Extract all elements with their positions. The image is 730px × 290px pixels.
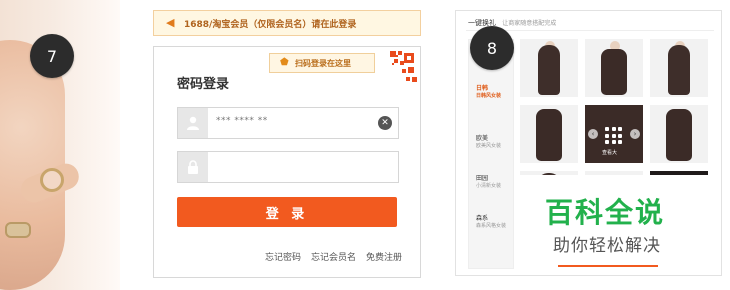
notice-text: 1688/淘宝会员（仅限会员名）请在此登录 <box>184 19 357 30</box>
sidebar-item-label: 田园 <box>476 175 489 182</box>
product-photo[interactable] <box>520 39 578 97</box>
login-panel: ⬟ 扫码登录在这里 密码登录 *** **** ** ✕ 登 录 忘记密码 忘记… <box>153 46 421 278</box>
lock-icon <box>178 152 208 182</box>
forgot-username-link[interactable]: 忘记会员名 <box>311 250 356 263</box>
ring-image <box>40 168 64 192</box>
shield-icon: ⬟ <box>280 57 289 68</box>
qr-hint-text: 扫码登录在这里 <box>295 58 351 68</box>
sidebar-item-label: 森系 <box>476 215 489 222</box>
product-photo[interactable] <box>650 105 708 163</box>
sidebar-item-rihan[interactable]: 日韩 日韩风女装 <box>476 85 510 100</box>
sidebar-item-senxi[interactable]: 森系 森系风格女装 <box>476 215 510 230</box>
clear-icon[interactable]: ✕ <box>378 116 392 130</box>
sidebar-item-sub: 日韩风女装 <box>476 93 502 99</box>
grid-icon <box>605 127 623 145</box>
username-field[interactable]: *** **** ** ✕ <box>177 107 399 139</box>
watermark-logo: 百科全说 助你轻松解决 <box>520 175 710 273</box>
product-photo-hover[interactable]: ‹ › 查看大 <box>585 105 643 163</box>
sidebar-item-sub: 小清新女装 <box>476 183 502 189</box>
product-photo[interactable] <box>650 39 708 97</box>
user-icon <box>178 108 208 138</box>
product-photo[interactable] <box>520 105 578 163</box>
watermark-underline <box>558 265 658 267</box>
speaker-icon: ◀ <box>166 16 175 29</box>
shop-header-sub: 让商家随意搭配完成 <box>502 20 557 27</box>
username-value: *** **** ** <box>216 116 268 126</box>
sidebar-item-tianyuan[interactable]: 田园 小清新女装 <box>476 175 510 190</box>
arrow-left-icon[interactable]: ‹ <box>588 129 598 139</box>
product-photo[interactable] <box>585 39 643 97</box>
login-links: 忘记密码 忘记会员名 免费注册 <box>265 250 402 263</box>
login-button[interactable]: 登 录 <box>177 197 397 227</box>
forgot-password-link[interactable]: 忘记密码 <box>265 250 301 263</box>
sidebar-item-label: 欧美 <box>476 135 489 142</box>
watermark-title: 百科全说 <box>545 196 666 229</box>
qr-login-hint[interactable]: ⬟ 扫码登录在这里 <box>269 53 375 73</box>
login-title: 密码登录 <box>177 77 230 92</box>
sidebar-item-label: 日韩 <box>476 85 489 92</box>
qr-code-icon[interactable] <box>372 47 420 95</box>
register-link[interactable]: 免费注册 <box>366 250 402 263</box>
arrow-right-icon[interactable]: › <box>630 129 640 139</box>
overlay-label: 查看大 <box>602 150 618 156</box>
watermark-subtitle: 助你轻松解决 <box>553 236 661 256</box>
step-badge-7: 7 <box>30 34 74 78</box>
step-badge-8: 8 <box>470 26 514 70</box>
login-notice: ◀ 1688/淘宝会员（仅限会员名）请在此登录 <box>153 10 421 36</box>
category-sidebar: 日韩 日韩风女装 欧美 欧美风女装 田园 小清新女装 森系 森系风格女装 <box>468 39 514 269</box>
password-field[interactable] <box>177 151 399 183</box>
sidebar-item-oumei[interactable]: 欧美 欧美风女装 <box>476 135 510 150</box>
sidebar-item-sub: 欧美风女装 <box>476 143 502 149</box>
sidebar-item-sub: 森系风格女装 <box>476 223 507 229</box>
bracelet-image <box>5 222 31 238</box>
shop-header: 一键换礼 让商家随意搭配完成 <box>468 18 556 28</box>
